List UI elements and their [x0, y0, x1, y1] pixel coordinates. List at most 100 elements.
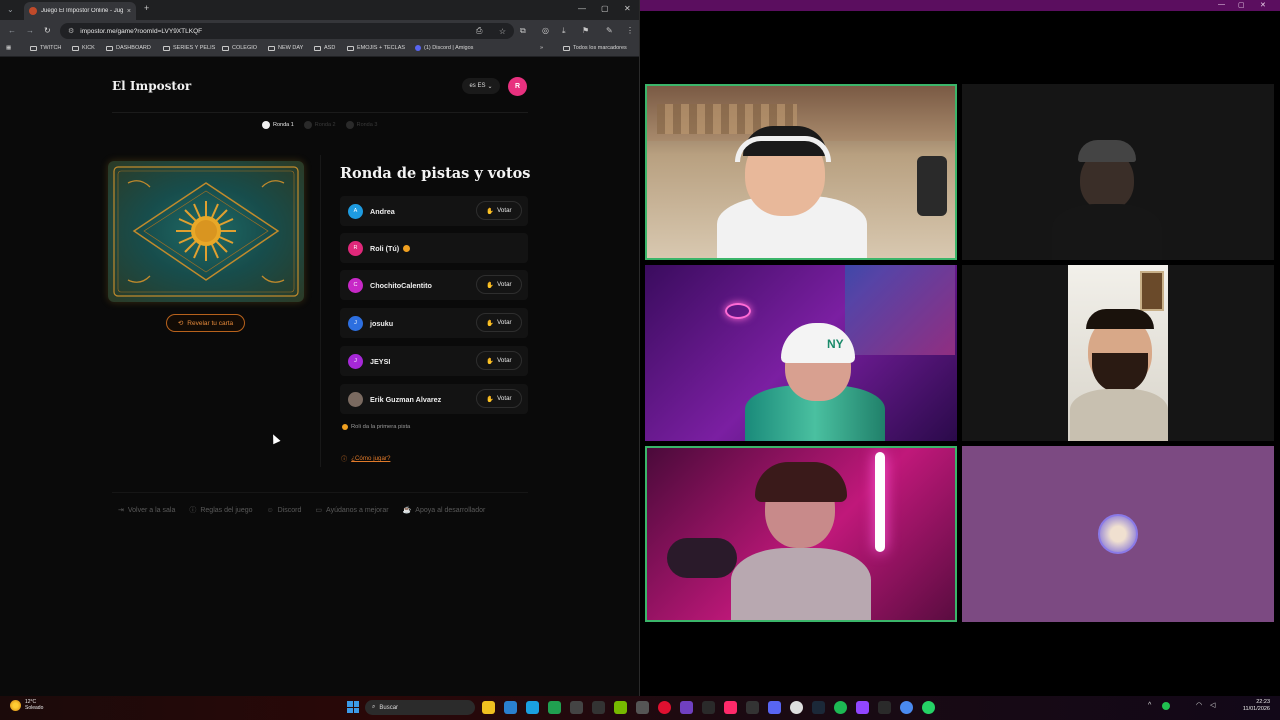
player-row: Erik Guzman Alvarez ✋ Votar: [340, 384, 528, 414]
nvidia-icon[interactable]: [614, 701, 627, 714]
minimize-icon[interactable]: —: [1218, 1, 1225, 8]
back-to-room-link[interactable]: ⇥ Volver a la sala: [118, 505, 175, 515]
vote-button[interactable]: ✋ Votar: [476, 201, 522, 220]
language-label: es ES: [469, 83, 486, 89]
app-icon[interactable]: [526, 701, 539, 714]
windows-start-icon[interactable]: [347, 701, 359, 713]
reveal-card-button[interactable]: ⟲ Revelar tu carta: [166, 314, 245, 332]
bookmark-series[interactable]: SERIES Y PELIS: [163, 45, 215, 51]
maximize-icon[interactable]: ▢: [1238, 1, 1245, 9]
app-icon[interactable]: [724, 701, 737, 714]
turn-hint: Roli da la primera pista: [342, 424, 410, 430]
close-window-icon[interactable]: ✕: [1260, 1, 1266, 9]
feedback-link[interactable]: ▭ Ayúdanos a mejorar: [315, 505, 388, 515]
vote-button[interactable]: ✋ Votar: [476, 275, 522, 294]
video-tile[interactable]: [645, 446, 957, 622]
opera-icon[interactable]: [658, 701, 671, 714]
video-tile[interactable]: [645, 84, 957, 260]
extensions-icon[interactable]: ⧉: [520, 26, 526, 36]
vote-button[interactable]: ✋ Votar: [476, 351, 522, 370]
minimize-icon[interactable]: —: [578, 4, 586, 13]
weather-widget[interactable]: 12°C Soleado: [10, 699, 43, 711]
hand-icon: ✋: [486, 207, 495, 215]
new-tab-button[interactable]: +: [144, 3, 149, 13]
app-icon[interactable]: [570, 701, 583, 714]
twitch-icon[interactable]: [856, 701, 869, 714]
menu-icon[interactable]: ⋮: [626, 26, 634, 35]
video-tile[interactable]: [962, 265, 1274, 441]
player-avatar: R: [348, 240, 363, 256]
install-app-icon[interactable]: ⎙: [476, 26, 482, 36]
forward-icon[interactable]: →: [26, 26, 34, 35]
close-tab-icon[interactable]: ×: [127, 8, 131, 15]
steam-icon[interactable]: [812, 701, 825, 714]
tray-app-icon[interactable]: [1162, 702, 1170, 710]
bookmark-discord[interactable]: (1) Discord | Amigos: [415, 45, 473, 51]
reload-icon[interactable]: ↻: [44, 26, 51, 35]
app-icon[interactable]: [680, 701, 693, 714]
app-icon[interactable]: [900, 701, 913, 714]
hidden-card[interactable]: [108, 161, 304, 302]
round-1: Ronda 1: [262, 121, 294, 129]
chrome-icon[interactable]: [790, 701, 803, 714]
language-selector[interactable]: es ES ⌄: [462, 78, 500, 94]
rules-link[interactable]: ⓘ Reglas del juego: [189, 505, 252, 515]
app-icon[interactable]: [504, 701, 517, 714]
support-dev-link[interactable]: ☕ Apoya al desarrollador: [403, 505, 486, 515]
bookmark-emojis[interactable]: EMOJIS + TECLAS: [347, 45, 405, 51]
bookmark-new-day[interactable]: NEW DAY: [268, 45, 303, 51]
player-row: J JEYSI ✋ Votar: [340, 346, 528, 376]
bookmark-twitch[interactable]: TWITCH: [30, 45, 61, 51]
brand-logo[interactable]: El Impostor: [112, 79, 191, 93]
discord-link[interactable]: ☺ Discord: [267, 505, 302, 515]
how-to-play-link[interactable]: ⓘ ¿Cómo jugar?: [341, 454, 390, 463]
round-3: Ronda 3: [345, 121, 377, 129]
app-icon[interactable]: [746, 701, 759, 714]
player-name: Erik Guzman Alvarez: [370, 394, 442, 404]
taskbar-search[interactable]: ⌕ Buscar: [365, 700, 475, 715]
bookmark-star-icon[interactable]: ☆: [499, 27, 506, 36]
more-bookmarks-icon[interactable]: »: [540, 45, 543, 51]
app-icon[interactable]: [702, 701, 715, 714]
volume-icon[interactable]: ◁: [1210, 701, 1215, 709]
app-icon[interactable]: [878, 701, 891, 714]
vote-button[interactable]: ✋ Votar: [476, 313, 522, 332]
tray-chevron-icon[interactable]: ^: [1148, 702, 1151, 709]
wifi-icon[interactable]: ◠: [1196, 701, 1202, 709]
downloads-icon[interactable]: ⤓: [562, 26, 566, 36]
video-tile-avatar[interactable]: [962, 446, 1274, 622]
browser-window: ⌄ Juego El Impostor Online - Jug × + — ▢…: [0, 0, 640, 696]
app-icon[interactable]: [548, 701, 561, 714]
browser-tab[interactable]: Juego El Impostor Online - Jug ×: [24, 2, 136, 20]
extension-icon[interactable]: ◎: [542, 26, 549, 35]
player-avatar: J: [348, 353, 363, 369]
bookmark-colegio[interactable]: COLEGIO: [222, 45, 257, 51]
discord-icon[interactable]: [768, 701, 781, 714]
site-info-icon[interactable]: ⚙: [68, 27, 74, 35]
vote-button[interactable]: ✋ Votar: [476, 389, 522, 408]
tab-search-icon[interactable]: ⌄: [7, 5, 14, 14]
maximize-icon[interactable]: ▢: [601, 4, 609, 13]
apps-icon[interactable]: ▦: [6, 45, 11, 51]
app-icon[interactable]: [592, 701, 605, 714]
address-bar[interactable]: ⚙ impostor.me/game?roomId=LVY9XTLKQF ☆: [60, 23, 514, 39]
app-icon[interactable]: [636, 701, 649, 714]
spotify-icon[interactable]: [834, 701, 847, 714]
video-tile[interactable]: [962, 84, 1274, 260]
extension-2-icon[interactable]: ⚑: [582, 26, 589, 35]
bookmark-asd[interactable]: ASD: [314, 45, 335, 51]
hand-icon: ✋: [486, 395, 495, 403]
system-clock[interactable]: 22:23 11/01/2026: [1243, 699, 1270, 713]
tab-title: Juego El Impostor Online - Jug: [41, 8, 123, 14]
close-window-icon[interactable]: ✕: [624, 4, 631, 13]
video-tile[interactable]: NY: [645, 265, 957, 441]
back-icon[interactable]: ←: [8, 26, 16, 35]
site-favicon: [29, 7, 37, 15]
all-bookmarks[interactable]: Todos los marcadores: [563, 45, 627, 51]
bookmark-kick[interactable]: KICK: [72, 45, 95, 51]
extension-3-icon[interactable]: ✎: [606, 26, 613, 35]
file-explorer-icon[interactable]: [482, 701, 495, 714]
bookmark-dashboard[interactable]: DASHBOARD: [106, 45, 151, 51]
user-avatar[interactable]: R: [508, 77, 527, 96]
whatsapp-icon[interactable]: [922, 701, 935, 714]
